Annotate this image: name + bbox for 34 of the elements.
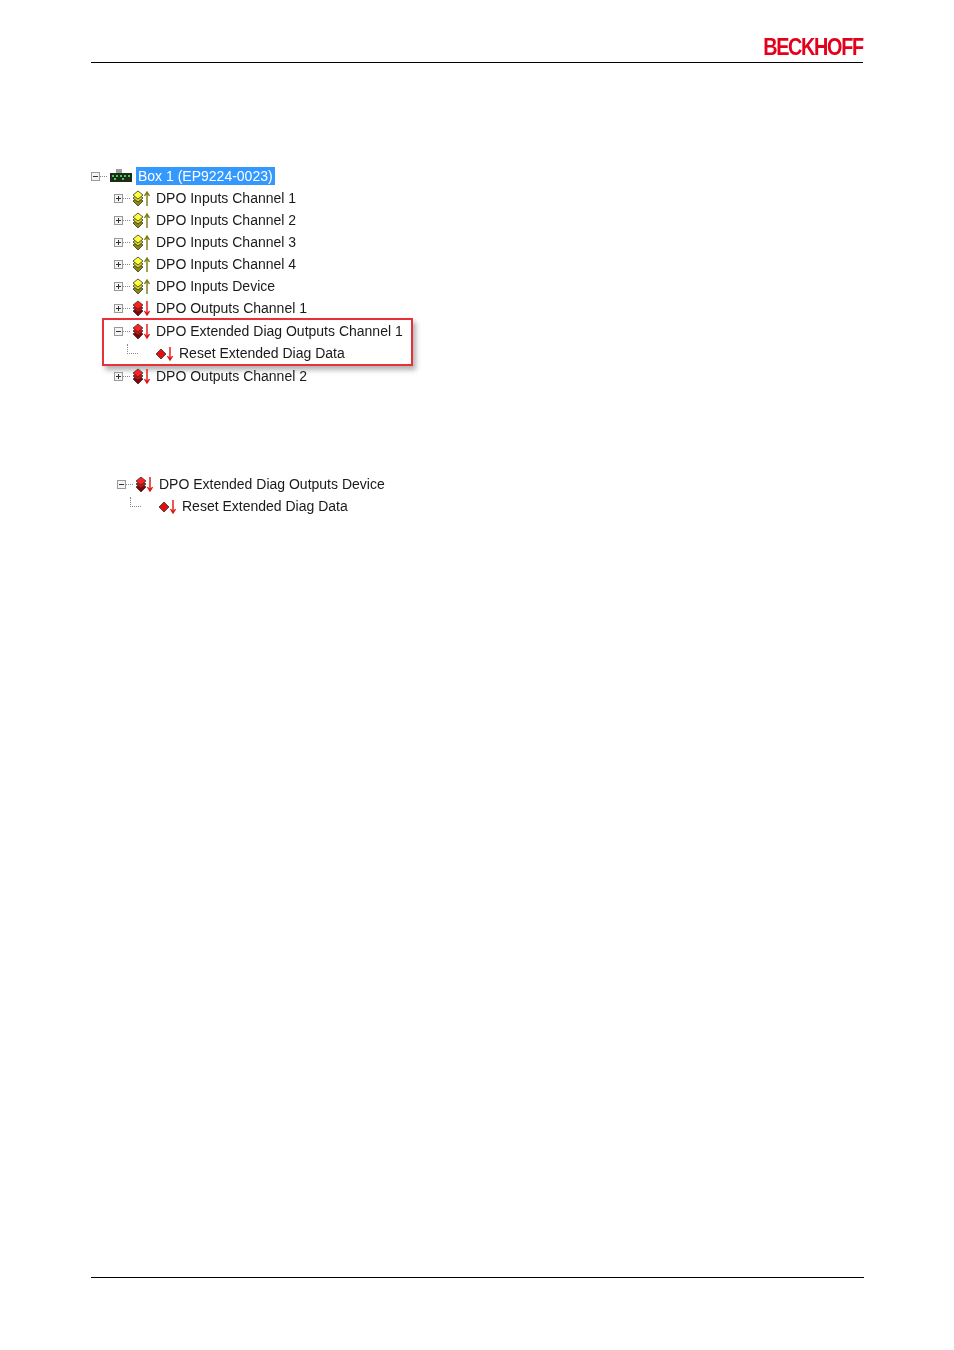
stack-down-arrow-icon	[133, 367, 150, 385]
stack-up-arrow-icon	[133, 189, 150, 207]
stack-up-arrow-icon	[133, 211, 150, 229]
tree-item[interactable]: DPO Inputs Channel 1	[156, 189, 297, 207]
tree-item[interactable]: DPO Inputs Channel 4	[156, 255, 297, 273]
collapse-icon[interactable]	[117, 479, 126, 489]
tree-item[interactable]: DPO Extended Diag Outputs Device	[159, 475, 385, 493]
expand-icon[interactable]	[114, 193, 123, 203]
tree-item[interactable]: DPO Outputs Channel 2	[156, 367, 307, 385]
tree-item[interactable]: DPO Inputs Channel 3	[156, 233, 297, 251]
tree-item[interactable]: DPO Outputs Channel 1	[156, 299, 307, 317]
expand-icon[interactable]	[114, 281, 123, 291]
tree-item[interactable]: Reset Extended Diag Data	[179, 344, 345, 362]
stack-up-arrow-icon	[133, 255, 150, 273]
expand-icon[interactable]	[114, 371, 123, 381]
stack-down-arrow-icon	[133, 299, 150, 317]
collapse-icon[interactable]	[91, 171, 100, 181]
tree-item[interactable]: DPO Extended Diag Outputs Channel 1	[156, 322, 403, 340]
module-icon	[110, 169, 132, 183]
stack-down-arrow-icon	[133, 322, 150, 340]
tree-item[interactable]: DPO Inputs Channel 2	[156, 211, 297, 229]
tree-item[interactable]: Reset Extended Diag Data	[182, 497, 348, 515]
diamond-down-arrow-icon	[159, 497, 176, 515]
diamond-down-arrow-icon	[156, 344, 173, 362]
expand-icon[interactable]	[114, 215, 123, 225]
expand-icon[interactable]	[114, 303, 123, 313]
stack-up-arrow-icon	[133, 233, 150, 251]
stack-up-arrow-icon	[133, 277, 150, 295]
expand-icon[interactable]	[114, 259, 123, 269]
expand-icon[interactable]	[114, 237, 123, 247]
collapse-icon[interactable]	[114, 326, 123, 336]
stack-down-arrow-icon	[136, 475, 153, 493]
logo: BECKHOFF	[763, 33, 863, 61]
tree-item[interactable]: DPO Inputs Device	[156, 277, 276, 295]
